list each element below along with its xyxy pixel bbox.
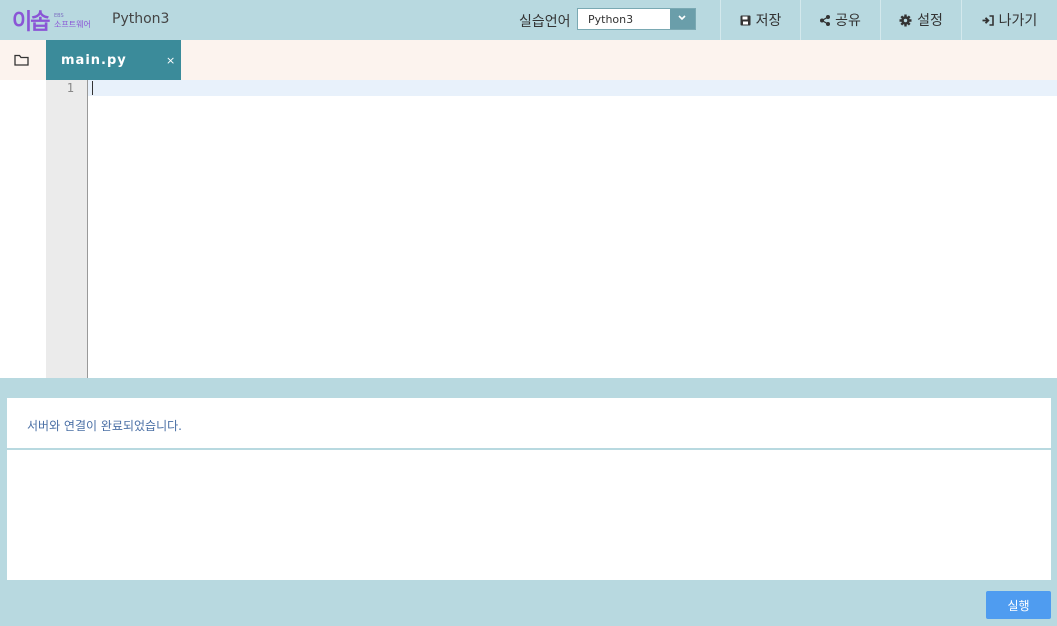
code-editor[interactable] — [0, 80, 1057, 378]
top-bar: 이솝 EBS 소프트웨어 Python3 실습언어 Python3 저장 공유 … — [0, 0, 1057, 40]
save-button[interactable]: 저장 — [720, 0, 800, 40]
run-button[interactable]: 실행 — [986, 591, 1051, 619]
language-label: 실습언어 — [519, 14, 571, 30]
share-button[interactable]: 공유 — [800, 0, 880, 40]
line-number: 1 — [66, 81, 74, 95]
language-select[interactable]: Python3 — [577, 8, 696, 30]
console-output[interactable] — [7, 450, 1051, 580]
text-cursor — [92, 81, 93, 95]
dropdown-button[interactable] — [670, 9, 695, 29]
tab-main-py[interactable]: main.py × — [46, 40, 181, 80]
logo-main: 이솝 — [12, 10, 51, 35]
share-icon — [820, 14, 831, 26]
language-value: Python3 — [588, 13, 634, 26]
line-gutter — [46, 80, 88, 378]
tab-label: main.py — [61, 53, 127, 68]
close-icon[interactable]: × — [166, 54, 175, 67]
save-label: 저장 — [755, 13, 782, 29]
exit-label: 나가기 — [998, 13, 1038, 29]
gear-icon — [899, 14, 912, 26]
sign-out-icon — [982, 14, 994, 26]
chevron-down-icon — [678, 15, 686, 21]
app-title: Python3 — [112, 11, 170, 27]
share-label: 공유 — [835, 13, 861, 29]
settings-button[interactable]: 설정 — [880, 0, 961, 40]
active-line-highlight — [88, 80, 1057, 96]
settings-label: 설정 — [917, 13, 943, 29]
exit-button[interactable]: 나가기 — [961, 0, 1057, 40]
folder-icon[interactable] — [14, 54, 29, 66]
console-message: 서버와 연결이 완료되었습니다. — [27, 419, 182, 433]
logo-sub: 소프트웨어 — [54, 20, 91, 29]
logo[interactable]: 이솝 EBS 소프트웨어 — [12, 4, 92, 36]
floppy-icon — [740, 15, 751, 25]
